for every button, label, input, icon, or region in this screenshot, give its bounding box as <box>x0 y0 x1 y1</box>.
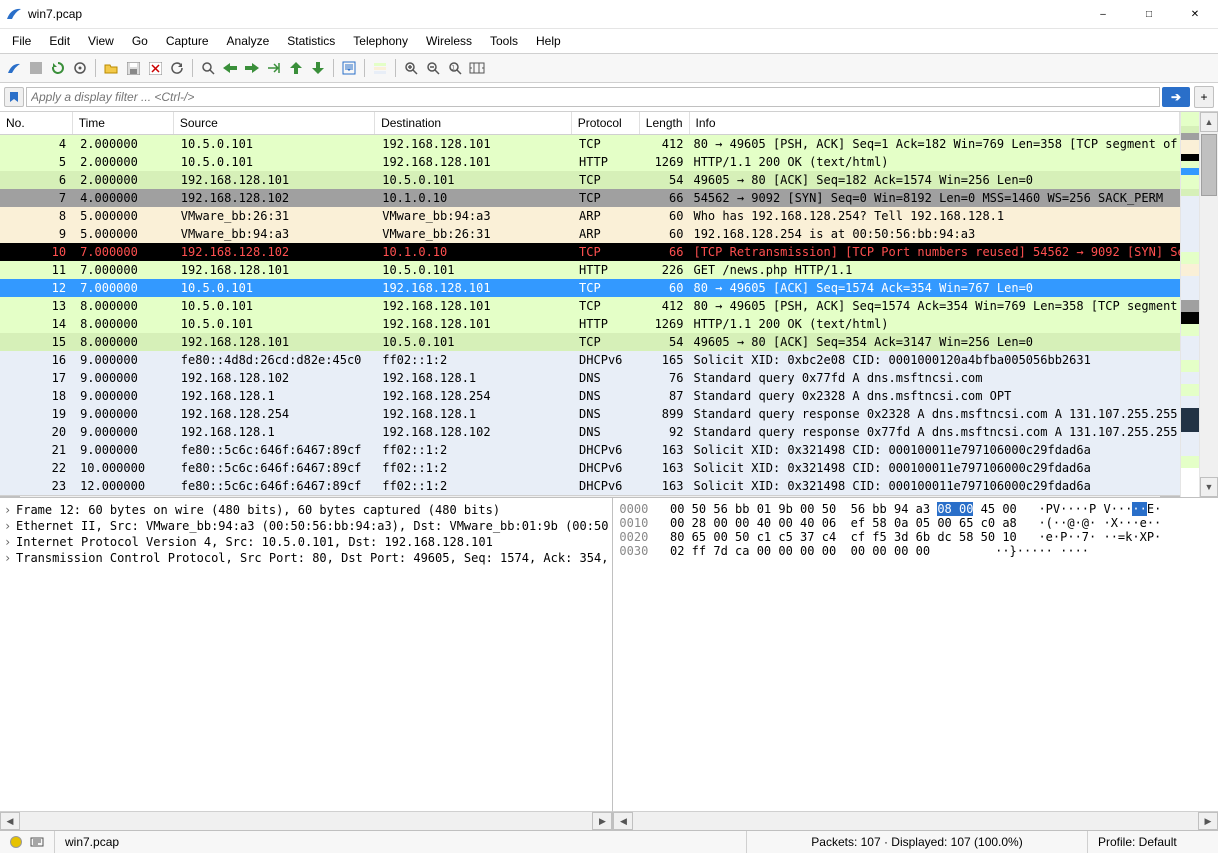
detail-tree-item[interactable]: ›Ethernet II, Src: VMware_bb:94:a3 (00:5… <box>2 518 610 534</box>
hex-row[interactable]: 0000 00 50 56 bb 01 9b 00 50 56 bb 94 a3… <box>619 502 1212 516</box>
bottom-split: ›Frame 12: 60 bytes on wire (480 bits), … <box>0 498 1218 830</box>
packet-minimap[interactable] <box>1180 112 1199 497</box>
add-filter-button[interactable]: + <box>1194 86 1214 108</box>
packet-bytes-pane[interactable]: 0000 00 50 56 bb 01 9b 00 50 56 bb 94 a3… <box>613 498 1218 811</box>
minimize-button[interactable]: – <box>1080 0 1126 28</box>
restart-icon[interactable] <box>48 58 68 78</box>
menu-tools[interactable]: Tools <box>482 32 526 50</box>
packet-row[interactable]: 107.000000192.168.128.10210.1.0.10TCP66[… <box>0 243 1180 261</box>
expert-info-icon[interactable] <box>10 836 22 848</box>
menubar: FileEditViewGoCaptureAnalyzeStatisticsTe… <box>0 29 1218 54</box>
forward-icon[interactable] <box>242 58 262 78</box>
close-button[interactable]: ✕ <box>1172 0 1218 28</box>
column-len[interactable]: Length <box>640 112 690 134</box>
column-no[interactable]: No. <box>0 112 73 134</box>
column-time[interactable]: Time <box>73 112 174 134</box>
packet-details-pane[interactable]: ›Frame 12: 60 bytes on wire (480 bits), … <box>0 498 613 811</box>
hex-row[interactable]: 0030 02 ff 7d ca 00 00 00 00 00 00 00 00… <box>619 544 1212 558</box>
open-icon[interactable] <box>101 58 121 78</box>
display-filter-input[interactable] <box>26 87 1160 107</box>
app-icon <box>6 6 22 22</box>
packet-row[interactable]: 209.000000192.168.128.1192.168.128.102DN… <box>0 423 1180 441</box>
detail-tree-item[interactable]: ›Transmission Control Protocol, Src Port… <box>2 550 610 566</box>
packet-row[interactable]: 117.000000192.168.128.10110.5.0.101HTTP2… <box>0 261 1180 279</box>
find-icon[interactable] <box>198 58 218 78</box>
packet-list-header[interactable]: No.TimeSourceDestinationProtocolLengthIn… <box>0 112 1180 135</box>
stop-icon[interactable] <box>26 58 46 78</box>
options-icon[interactable] <box>70 58 90 78</box>
window-title: win7.pcap <box>28 7 82 21</box>
column-dst[interactable]: Destination <box>375 112 572 134</box>
close-icon[interactable] <box>145 58 165 78</box>
bytes-hscroll[interactable]: ◀▶ <box>613 811 1218 830</box>
menu-wireless[interactable]: Wireless <box>418 32 480 50</box>
detail-tree-item[interactable]: ›Frame 12: 60 bytes on wire (480 bits), … <box>2 502 610 518</box>
resize-cols-icon[interactable] <box>467 58 487 78</box>
autoscroll-icon[interactable] <box>339 58 359 78</box>
titlebar: win7.pcap – □ ✕ <box>0 0 1218 29</box>
menu-file[interactable]: File <box>4 32 39 50</box>
menu-help[interactable]: Help <box>528 32 569 50</box>
packet-row[interactable]: 219.000000fe80::5c6c:646f:6467:89cfff02:… <box>0 441 1180 459</box>
status-packets: Packets: 107 · Displayed: 107 (100.0%) <box>747 831 1088 853</box>
hex-row[interactable]: 0010 00 28 00 00 40 00 40 06 ef 58 0a 05… <box>619 516 1212 530</box>
capture-file-icon <box>30 835 44 849</box>
packet-row[interactable]: 127.00000010.5.0.101192.168.128.101TCP60… <box>0 279 1180 297</box>
menu-statistics[interactable]: Statistics <box>279 32 343 50</box>
filter-bar: ➔ + <box>0 83 1218 112</box>
first-icon[interactable] <box>286 58 306 78</box>
status-profile[interactable]: Profile: Default <box>1088 831 1218 853</box>
packet-row[interactable]: 158.000000192.168.128.10110.5.0.101TCP54… <box>0 333 1180 351</box>
maximize-button[interactable]: □ <box>1126 0 1172 28</box>
reload-icon[interactable] <box>167 58 187 78</box>
zoom-out-icon[interactable] <box>423 58 443 78</box>
packet-row[interactable]: 52.00000010.5.0.101192.168.128.101HTTP12… <box>0 153 1180 171</box>
menu-view[interactable]: View <box>80 32 122 50</box>
details-hscroll[interactable]: ◀▶ <box>0 811 613 830</box>
statusbar: win7.pcap Packets: 107 · Displayed: 107 … <box>0 830 1218 853</box>
packet-list-vscroll[interactable]: ▲ ▼ <box>1199 112 1218 497</box>
hex-row[interactable]: 0020 80 65 00 50 c1 c5 37 c4 cf f5 3d 6b… <box>619 530 1212 544</box>
packet-row[interactable]: 138.00000010.5.0.101192.168.128.101TCP41… <box>0 297 1180 315</box>
packet-row[interactable]: 74.000000192.168.128.10210.1.0.10TCP6654… <box>0 189 1180 207</box>
back-icon[interactable] <box>220 58 240 78</box>
menu-analyze[interactable]: Analyze <box>219 32 278 50</box>
status-file: win7.pcap <box>55 831 747 853</box>
packet-list-pane: No.TimeSourceDestinationProtocolLengthIn… <box>0 112 1218 498</box>
menu-capture[interactable]: Capture <box>158 32 217 50</box>
packet-row[interactable]: 2210.000000fe80::5c6c:646f:6467:89cfff02… <box>0 459 1180 477</box>
detail-tree-item[interactable]: ›Internet Protocol Version 4, Src: 10.5.… <box>2 534 610 550</box>
menu-go[interactable]: Go <box>124 32 156 50</box>
packet-row[interactable]: 169.000000fe80::4d8d:26cd:d82e:45c0ff02:… <box>0 351 1180 369</box>
zoom-in-icon[interactable] <box>401 58 421 78</box>
main-toolbar: 1 <box>0 54 1218 83</box>
packet-row[interactable]: 95.000000VMware_bb:94:a3VMware_bb:26:31A… <box>0 225 1180 243</box>
goto-icon[interactable] <box>264 58 284 78</box>
zoom-reset-icon[interactable]: 1 <box>445 58 465 78</box>
packet-row[interactable]: 2312.000000fe80::5c6c:646f:6467:89cfff02… <box>0 477 1180 495</box>
shark-fin-icon[interactable] <box>4 58 24 78</box>
packet-row[interactable]: 179.000000192.168.128.102192.168.128.1DN… <box>0 369 1180 387</box>
bookmark-icon[interactable] <box>4 87 24 107</box>
packet-row[interactable]: 85.000000VMware_bb:26:31VMware_bb:94:a3A… <box>0 207 1180 225</box>
packet-row[interactable]: 199.000000192.168.128.254192.168.128.1DN… <box>0 405 1180 423</box>
column-info[interactable]: Info <box>690 112 1180 134</box>
menu-telephony[interactable]: Telephony <box>345 32 416 50</box>
colorize-icon[interactable] <box>370 58 390 78</box>
save-icon[interactable] <box>123 58 143 78</box>
packet-row[interactable]: 42.00000010.5.0.101192.168.128.101TCP412… <box>0 135 1180 153</box>
menu-edit[interactable]: Edit <box>41 32 78 50</box>
packet-list-hscroll[interactable]: ◀▶ <box>0 495 1180 497</box>
packet-row[interactable]: 62.000000192.168.128.10110.5.0.101TCP544… <box>0 171 1180 189</box>
packet-row[interactable]: 189.000000192.168.128.1192.168.128.254DN… <box>0 387 1180 405</box>
last-icon[interactable] <box>308 58 328 78</box>
packet-row[interactable]: 148.00000010.5.0.101192.168.128.101HTTP1… <box>0 315 1180 333</box>
column-proto[interactable]: Protocol <box>572 112 640 134</box>
column-src[interactable]: Source <box>174 112 375 134</box>
apply-filter-button[interactable]: ➔ <box>1162 87 1190 107</box>
packet-list-body[interactable]: 42.00000010.5.0.101192.168.128.101TCP412… <box>0 135 1180 495</box>
